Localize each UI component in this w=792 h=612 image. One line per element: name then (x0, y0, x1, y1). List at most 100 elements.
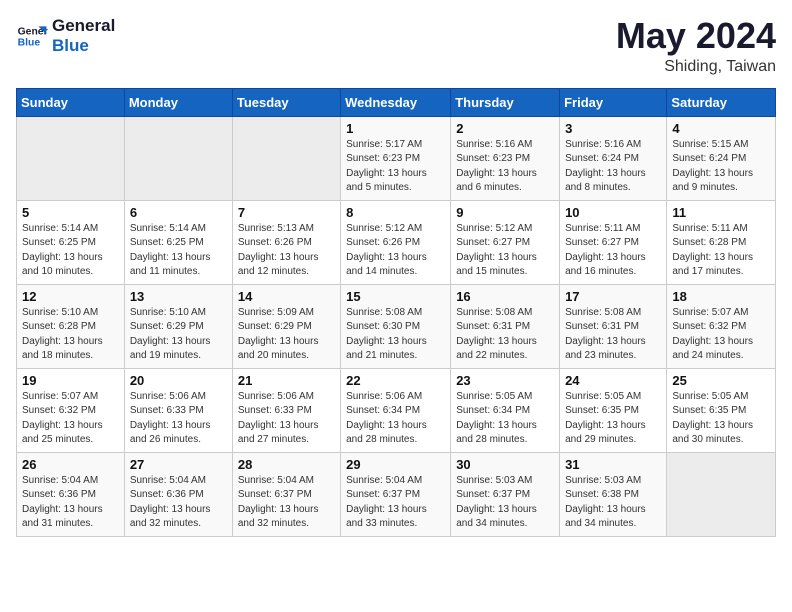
day-number: 18 (672, 289, 770, 304)
calendar-cell (667, 452, 776, 536)
header: General Blue General Blue May 2024 Shidi… (16, 16, 776, 76)
calendar-cell: 14 Sunrise: 5:09 AM Sunset: 6:29 PM Dayli… (232, 284, 340, 368)
day-number: 10 (565, 205, 661, 220)
calendar-cell: 5 Sunrise: 5:14 AM Sunset: 6:25 PM Daylig… (17, 200, 125, 284)
logo: General Blue General Blue (16, 16, 115, 55)
calendar-cell: 10 Sunrise: 5:11 AM Sunset: 6:27 PM Dayli… (560, 200, 667, 284)
day-number: 19 (22, 373, 119, 388)
day-info: Sunrise: 5:08 AM Sunset: 6:30 PM Dayligh… (346, 306, 445, 364)
day-number: 28 (238, 457, 335, 472)
day-number: 17 (565, 289, 661, 304)
day-number: 11 (672, 205, 770, 220)
calendar-cell (17, 116, 125, 200)
day-number: 8 (346, 205, 445, 220)
calendar-table: SundayMondayTuesdayWednesdayThursdayFrid… (16, 88, 776, 537)
day-number: 24 (565, 373, 661, 388)
weekday-header-friday: Friday (560, 88, 667, 116)
day-info: Sunrise: 5:17 AM Sunset: 6:23 PM Dayligh… (346, 138, 445, 196)
day-info: Sunrise: 5:06 AM Sunset: 6:34 PM Dayligh… (346, 390, 445, 448)
calendar-cell: 11 Sunrise: 5:11 AM Sunset: 6:28 PM Dayli… (667, 200, 776, 284)
title-block: May 2024 Shiding, Taiwan (616, 16, 776, 76)
day-info: Sunrise: 5:07 AM Sunset: 6:32 PM Dayligh… (22, 390, 119, 448)
calendar-cell: 17Sunrise: 5:08 AM Sunset: 6:31 PM Dayli… (560, 284, 667, 368)
day-number: 14 (238, 289, 335, 304)
calendar-week-2: 5 Sunrise: 5:14 AM Sunset: 6:25 PM Daylig… (17, 200, 776, 284)
day-info: Sunrise: 5:06 AM Sunset: 6:33 PM Dayligh… (238, 390, 335, 448)
day-info: Sunrise: 5:09 AM Sunset: 6:29 PM Dayligh… (238, 306, 335, 364)
calendar-cell: 29 Sunrise: 5:04 AM Sunset: 6:37 PM Dayli… (341, 452, 451, 536)
day-info: Sunrise: 5:14 AM Sunset: 6:25 PM Dayligh… (22, 222, 119, 280)
calendar-cell: 2 Sunrise: 5:16 AM Sunset: 6:23 PM Daylig… (451, 116, 560, 200)
day-info: Sunrise: 5:12 AM Sunset: 6:26 PM Dayligh… (346, 222, 445, 280)
calendar-cell: 20Sunrise: 5:06 AM Sunset: 6:33 PM Dayli… (124, 368, 232, 452)
day-number: 26 (22, 457, 119, 472)
day-number: 9 (456, 205, 554, 220)
day-info: Sunrise: 5:15 AM Sunset: 6:24 PM Dayligh… (672, 138, 770, 196)
calendar-cell: 30 Sunrise: 5:03 AM Sunset: 6:37 PM Dayli… (451, 452, 560, 536)
calendar-cell: 26 Sunrise: 5:04 AM Sunset: 6:36 PM Dayli… (17, 452, 125, 536)
calendar-cell: 1 Sunrise: 5:17 AM Sunset: 6:23 PM Daylig… (341, 116, 451, 200)
day-info: Sunrise: 5:07 AM Sunset: 6:32 PM Dayligh… (672, 306, 770, 364)
day-info: Sunrise: 5:06 AM Sunset: 6:33 PM Dayligh… (130, 390, 227, 448)
calendar-cell: 3 Sunrise: 5:16 AM Sunset: 6:24 PM Daylig… (560, 116, 667, 200)
weekday-header-monday: Monday (124, 88, 232, 116)
calendar-cell: 22 Sunrise: 5:06 AM Sunset: 6:34 PM Dayli… (341, 368, 451, 452)
day-number: 25 (672, 373, 770, 388)
calendar-cell: 8 Sunrise: 5:12 AM Sunset: 6:26 PM Daylig… (341, 200, 451, 284)
day-info: Sunrise: 5:16 AM Sunset: 6:23 PM Dayligh… (456, 138, 554, 196)
calendar-cell: 7Sunrise: 5:13 AM Sunset: 6:26 PM Daylig… (232, 200, 340, 284)
day-info: Sunrise: 5:12 AM Sunset: 6:27 PM Dayligh… (456, 222, 554, 280)
day-number: 21 (238, 373, 335, 388)
weekday-header-wednesday: Wednesday (341, 88, 451, 116)
day-info: Sunrise: 5:04 AM Sunset: 6:36 PM Dayligh… (22, 474, 119, 532)
calendar-cell: 16 Sunrise: 5:08 AM Sunset: 6:31 PM Dayli… (451, 284, 560, 368)
calendar-cell (232, 116, 340, 200)
location: Shiding, Taiwan (616, 58, 776, 76)
calendar-week-5: 26 Sunrise: 5:04 AM Sunset: 6:36 PM Dayli… (17, 452, 776, 536)
day-number: 22 (346, 373, 445, 388)
day-info: Sunrise: 5:16 AM Sunset: 6:24 PM Dayligh… (565, 138, 661, 196)
day-info: Sunrise: 5:03 AM Sunset: 6:37 PM Dayligh… (456, 474, 554, 532)
weekday-header-thursday: Thursday (451, 88, 560, 116)
calendar-cell (124, 116, 232, 200)
day-info: Sunrise: 5:04 AM Sunset: 6:36 PM Dayligh… (130, 474, 227, 532)
calendar-week-1: 1 Sunrise: 5:17 AM Sunset: 6:23 PM Daylig… (17, 116, 776, 200)
weekday-header-sunday: Sunday (17, 88, 125, 116)
day-number: 4 (672, 121, 770, 136)
day-info: Sunrise: 5:04 AM Sunset: 6:37 PM Dayligh… (238, 474, 335, 532)
day-number: 16 (456, 289, 554, 304)
day-number: 3 (565, 121, 661, 136)
day-number: 31 (565, 457, 661, 472)
calendar-cell: 13Sunrise: 5:10 AM Sunset: 6:29 PM Dayli… (124, 284, 232, 368)
calendar-cell: 4 Sunrise: 5:15 AM Sunset: 6:24 PM Daylig… (667, 116, 776, 200)
day-number: 1 (346, 121, 445, 136)
calendar-cell: 9 Sunrise: 5:12 AM Sunset: 6:27 PM Daylig… (451, 200, 560, 284)
day-info: Sunrise: 5:13 AM Sunset: 6:26 PM Dayligh… (238, 222, 335, 280)
calendar-cell: 25 Sunrise: 5:05 AM Sunset: 6:35 PM Dayli… (667, 368, 776, 452)
calendar-cell: 31Sunrise: 5:03 AM Sunset: 6:38 PM Dayli… (560, 452, 667, 536)
day-number: 29 (346, 457, 445, 472)
day-info: Sunrise: 5:04 AM Sunset: 6:37 PM Dayligh… (346, 474, 445, 532)
calendar-week-4: 19 Sunrise: 5:07 AM Sunset: 6:32 PM Dayli… (17, 368, 776, 452)
logo-icon: General Blue (16, 20, 48, 52)
day-info: Sunrise: 5:08 AM Sunset: 6:31 PM Dayligh… (456, 306, 554, 364)
day-info: Sunrise: 5:05 AM Sunset: 6:35 PM Dayligh… (565, 390, 661, 448)
day-number: 5 (22, 205, 119, 220)
calendar-week-3: 12Sunrise: 5:10 AM Sunset: 6:28 PM Dayli… (17, 284, 776, 368)
day-info: Sunrise: 5:11 AM Sunset: 6:27 PM Dayligh… (565, 222, 661, 280)
day-number: 27 (130, 457, 227, 472)
weekday-header-tuesday: Tuesday (232, 88, 340, 116)
month-title: May 2024 (616, 16, 776, 56)
weekday-header-saturday: Saturday (667, 88, 776, 116)
day-number: 30 (456, 457, 554, 472)
day-number: 13 (130, 289, 227, 304)
calendar-cell: 27 Sunrise: 5:04 AM Sunset: 6:36 PM Dayli… (124, 452, 232, 536)
day-number: 2 (456, 121, 554, 136)
day-info: Sunrise: 5:10 AM Sunset: 6:28 PM Dayligh… (22, 306, 119, 364)
day-info: Sunrise: 5:05 AM Sunset: 6:34 PM Dayligh… (456, 390, 554, 448)
day-info: Sunrise: 5:05 AM Sunset: 6:35 PM Dayligh… (672, 390, 770, 448)
day-info: Sunrise: 5:11 AM Sunset: 6:28 PM Dayligh… (672, 222, 770, 280)
calendar-cell: 12Sunrise: 5:10 AM Sunset: 6:28 PM Dayli… (17, 284, 125, 368)
page: General Blue General Blue May 2024 Shidi… (0, 0, 792, 553)
calendar-cell: 15Sunrise: 5:08 AM Sunset: 6:30 PM Dayli… (341, 284, 451, 368)
